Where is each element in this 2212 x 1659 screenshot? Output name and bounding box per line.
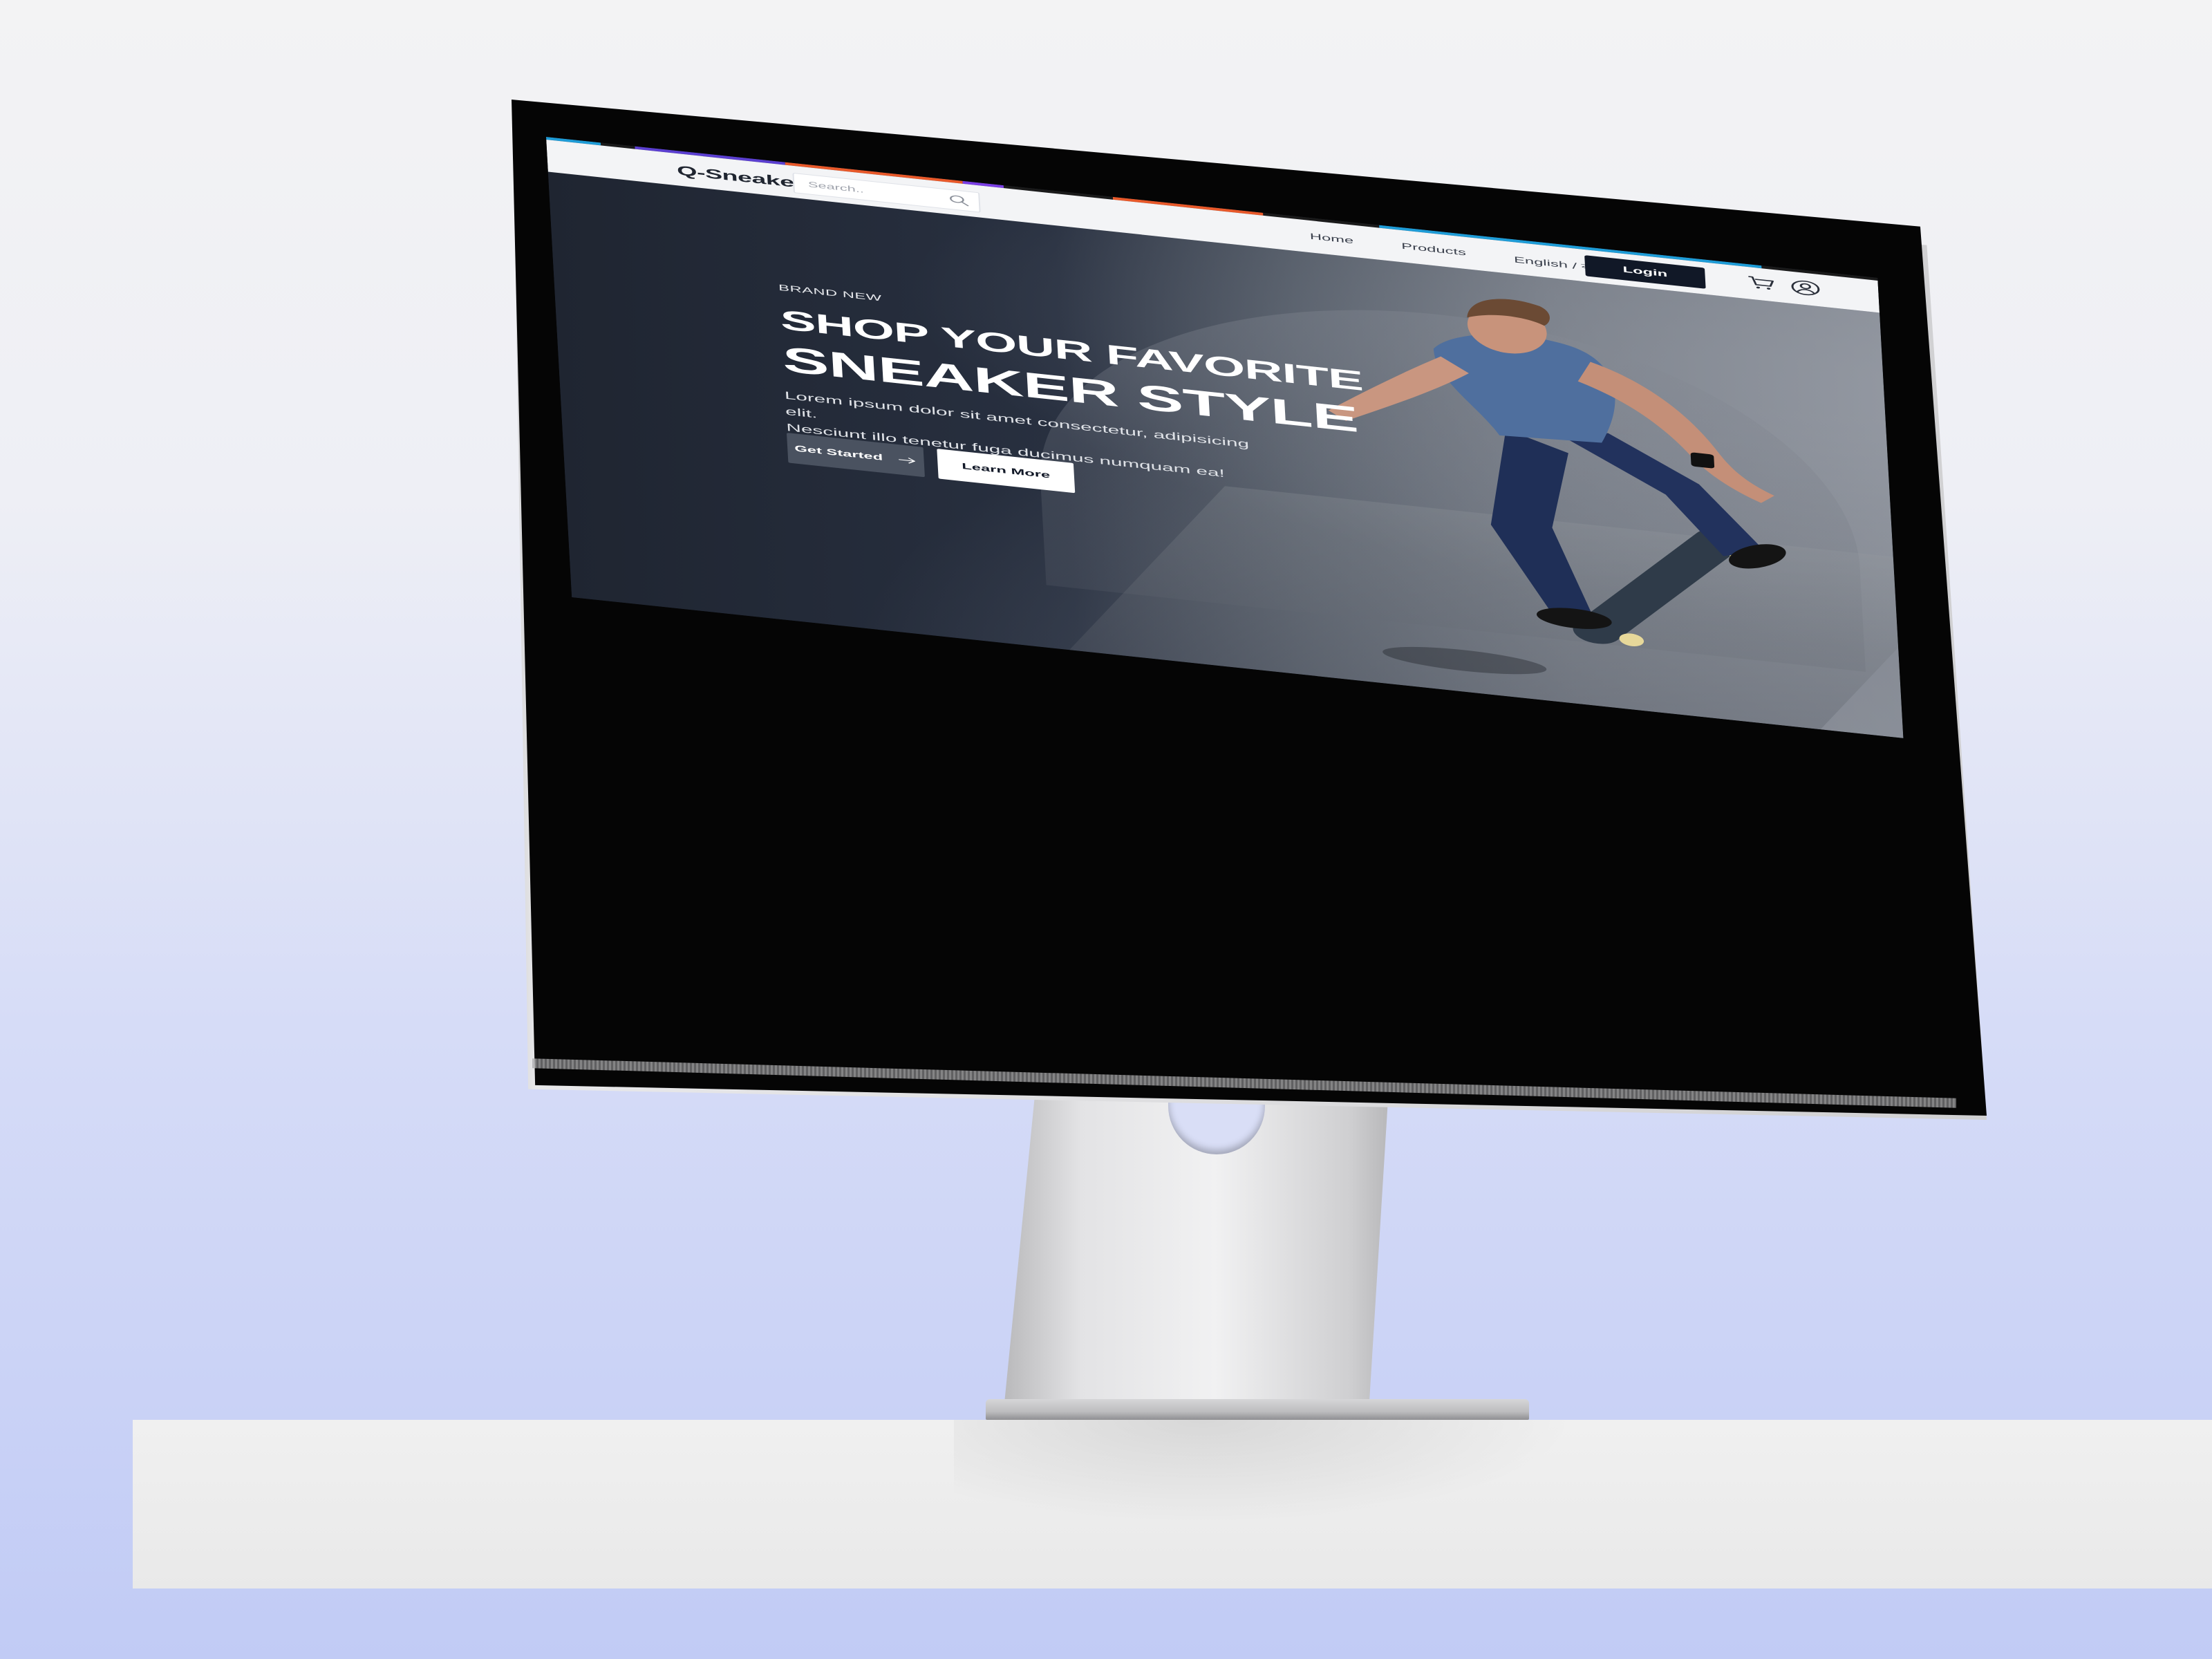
hero-eyebrow: BRAND NEW — [778, 283, 882, 303]
search-placeholder: Search.. — [807, 180, 865, 195]
nav-item-home[interactable]: Home — [1310, 232, 1354, 250]
stand-shadow — [954, 1420, 1576, 1524]
arrow-right-icon — [898, 458, 915, 464]
user-icon[interactable] — [1790, 278, 1822, 297]
stand-foot — [986, 1399, 1529, 1420]
nav-item-products[interactable]: Products — [1401, 241, 1467, 262]
cart-icon[interactable] — [1745, 274, 1778, 293]
skater-photo — [1328, 299, 1786, 675]
search-icon[interactable] — [947, 193, 971, 207]
get-started-label: Get Started — [794, 443, 883, 462]
